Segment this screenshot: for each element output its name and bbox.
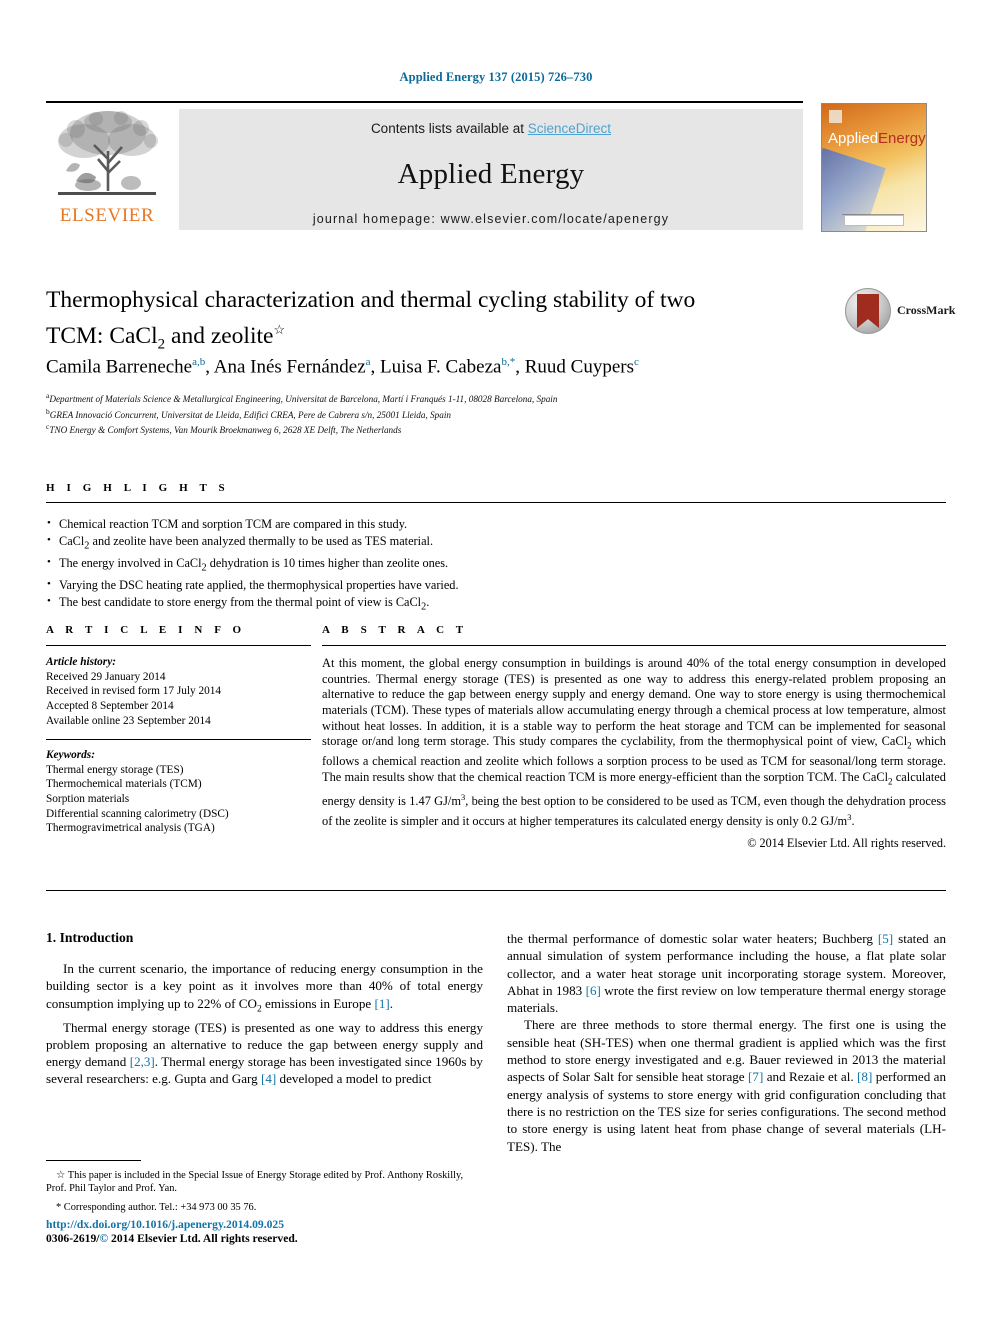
highlights-rule	[46, 502, 946, 504]
issn-copyright-line: 0306-2619/© 2014 Elsevier Ltd. All right…	[46, 1232, 483, 1245]
contents-list-line: Contents lists available at ScienceDirec…	[179, 121, 803, 136]
crossmark-label: CrossMark	[897, 303, 956, 317]
affiliation-item: aDepartment of Materials Science & Metal…	[46, 390, 846, 406]
page-footer: http://dx.doi.org/10.1016/j.apenergy.201…	[46, 1218, 483, 1245]
body-divider	[46, 890, 946, 892]
article-history-title: Article history:	[46, 656, 116, 669]
article-info-section: A R T I C L E I N F O Article history: R…	[46, 624, 311, 836]
journal-homepage[interactable]: journal homepage: www.elsevier.com/locat…	[179, 212, 803, 226]
keyword-item: Sorption materials	[46, 793, 130, 806]
keywords-separator	[46, 739, 311, 741]
abstract-heading: A B S T R A C T	[322, 624, 468, 636]
crossmark-book-icon	[857, 294, 879, 328]
highlight-text: The energy involved in CaCl2 dehydration…	[59, 555, 449, 574]
title-line-2b: and zeolite	[165, 322, 274, 349]
highlight-text: CaCl2 and zeolite have been analyzed the…	[59, 533, 434, 552]
section-heading-introduction: 1. Introduction	[46, 930, 134, 945]
issn-prefix: 0306-2619/	[46, 1232, 100, 1245]
crossmark-badge[interactable]: CrossMark	[845, 288, 955, 338]
affiliation-item: cTNO Energy & Comfort Systems, Van Mouri…	[46, 421, 846, 437]
footnote-special-issue: ☆ This paper is included in the Special …	[46, 1170, 464, 1195]
highlights-heading: H I G H L I G H T S	[46, 482, 230, 494]
highlight-text: The best candidate to store energy from …	[59, 594, 430, 613]
page-title: Thermophysical characterization and ther…	[46, 285, 806, 360]
paragraph: the thermal performance of domestic sola…	[507, 931, 946, 1016]
body-column-right: the thermal performance of domestic sola…	[507, 930, 946, 1155]
sciencedirect-banner: Contents lists available at ScienceDirec…	[179, 109, 803, 230]
author-affil-mark: b,*	[501, 356, 516, 368]
copyright-symbol-icon: ©	[99, 1232, 109, 1245]
list-item: The energy involved in CaCl2 dehydration…	[46, 554, 946, 577]
keywords-block: Keywords: Thermal energy storage (TES) T…	[46, 748, 311, 836]
cover-footer-box	[844, 215, 904, 226]
keyword-item: Thermochemical materials (TCM)	[46, 778, 202, 791]
author-affil-mark: c	[633, 356, 639, 368]
footnotes-block: ☆ This paper is included in the Special …	[46, 1160, 483, 1219]
keywords-title: Keywords:	[46, 749, 95, 762]
abstract-section: A B S T R A C T At this moment, the glob…	[322, 624, 946, 851]
issn-suffix: 2014 Elsevier Ltd. All rights reserved.	[108, 1232, 298, 1245]
history-item: Received 29 January 2014	[46, 670, 166, 683]
doi-link[interactable]: http://dx.doi.org/10.1016/j.apenergy.201…	[46, 1218, 483, 1231]
highlights-section: H I G H L I G H T S Chemical reaction TC…	[46, 482, 946, 616]
affiliation-item: bGREA Innovació Concurrent, Universitat …	[46, 406, 846, 422]
list-item: The best candidate to store energy from …	[46, 593, 946, 616]
author-name[interactable]: Luisa F. Cabeza	[380, 356, 501, 377]
article-info-rule	[46, 645, 311, 647]
cover-title: AppliedEnergy	[828, 130, 926, 147]
keyword-item: Thermogravimetrical analysis (TGA)	[46, 822, 215, 835]
author-affil-mark: a,b	[192, 356, 206, 368]
author-name[interactable]: Ana Inés Fernández	[214, 356, 366, 377]
abstract-rule	[322, 645, 946, 647]
paragraph: There are three methods to store thermal…	[507, 1017, 947, 1154]
title-block: Thermophysical characterization and ther…	[46, 285, 806, 360]
journal-article-page: Applied Energy 137 (2015) 726–730 ELSEVI…	[0, 0, 992, 1323]
keyword-item: Differential scanning calorimetry (DSC)	[46, 807, 229, 820]
running-head: Applied Energy 137 (2015) 726–730	[399, 70, 593, 84]
keyword-item: Thermal energy storage (TES)	[46, 763, 184, 776]
footnote-rule	[46, 1160, 141, 1161]
journal-masthead: ELSEVIER Contents lists available at Sci…	[46, 101, 946, 232]
author-list: Camila Barrenechea,b, Ana Inés Fernández…	[46, 356, 639, 378]
affiliation-text: TNO Energy & Comfort Systems, Van Mourik…	[49, 425, 402, 436]
title-line-1: Thermophysical characterization and ther…	[46, 287, 696, 313]
history-item: Received in revised form 17 July 2014	[46, 685, 222, 698]
cover-title-applied: Applied	[828, 130, 879, 147]
contents-prefix: Contents lists available at	[370, 121, 528, 136]
author-name[interactable]: Ruud Cuypers	[525, 356, 634, 377]
history-item: Accepted 8 September 2014	[46, 700, 174, 713]
article-info-heading: A R T I C L E I N F O	[46, 624, 246, 636]
paragraph: Thermal energy storage (TES) is presente…	[46, 1019, 483, 1087]
journal-title: Applied Energy	[397, 158, 585, 190]
abstract-copyright: © 2014 Elsevier Ltd. All rights reserved…	[747, 836, 946, 851]
affiliation-list: aDepartment of Materials Science & Metal…	[46, 390, 846, 437]
cover-title-energy: Energy	[878, 130, 926, 147]
cover-elsevier-mark	[829, 110, 842, 123]
paragraph: In the current scenario, the importance …	[46, 961, 483, 1015]
elsevier-logo: ELSEVIER	[46, 107, 168, 227]
body-column-left: 1. Introduction In the current scenario,…	[46, 930, 483, 1088]
affiliation-text: Department of Materials Science & Metall…	[49, 394, 558, 405]
list-item: CaCl2 and zeolite have been analyzed the…	[46, 532, 946, 555]
list-item: Chemical reaction TCM and sorption TCM a…	[46, 515, 946, 533]
article-history-block: Article history: Received 29 January 201…	[46, 655, 311, 728]
history-item: Available online 23 September 2014	[46, 714, 211, 727]
author-name[interactable]: Camila Barreneche	[46, 356, 192, 377]
title-footnote-star-icon[interactable]: ☆	[273, 322, 285, 337]
author-affil-mark: a	[365, 356, 371, 368]
list-item: Varying the DSC heating rate applied, th…	[46, 576, 946, 594]
highlight-text: Varying the DSC heating rate applied, th…	[59, 577, 459, 592]
highlight-text: Chemical reaction TCM and sorption TCM a…	[59, 517, 408, 532]
highlights-list: Chemical reaction TCM and sorption TCM a…	[46, 515, 946, 616]
crossmark-circle-icon	[845, 288, 891, 334]
elsevier-wordmark: ELSEVIER	[59, 205, 155, 226]
sciencedirect-link[interactable]: ScienceDirect	[528, 121, 611, 136]
elsevier-tree-icon	[58, 111, 158, 195]
abstract-text: At this moment, the global energy consum…	[322, 656, 946, 828]
journal-cover-image: AppliedEnergy	[821, 103, 927, 232]
title-line-2a: TCM: CaCl	[46, 322, 158, 349]
masthead-top-rule	[46, 101, 803, 103]
footnote-corresponding-author: * Corresponding author. Tel.: +34 973 00…	[56, 1201, 257, 1213]
affiliation-text: GREA Innovació Concurrent, Universitat d…	[49, 409, 451, 420]
